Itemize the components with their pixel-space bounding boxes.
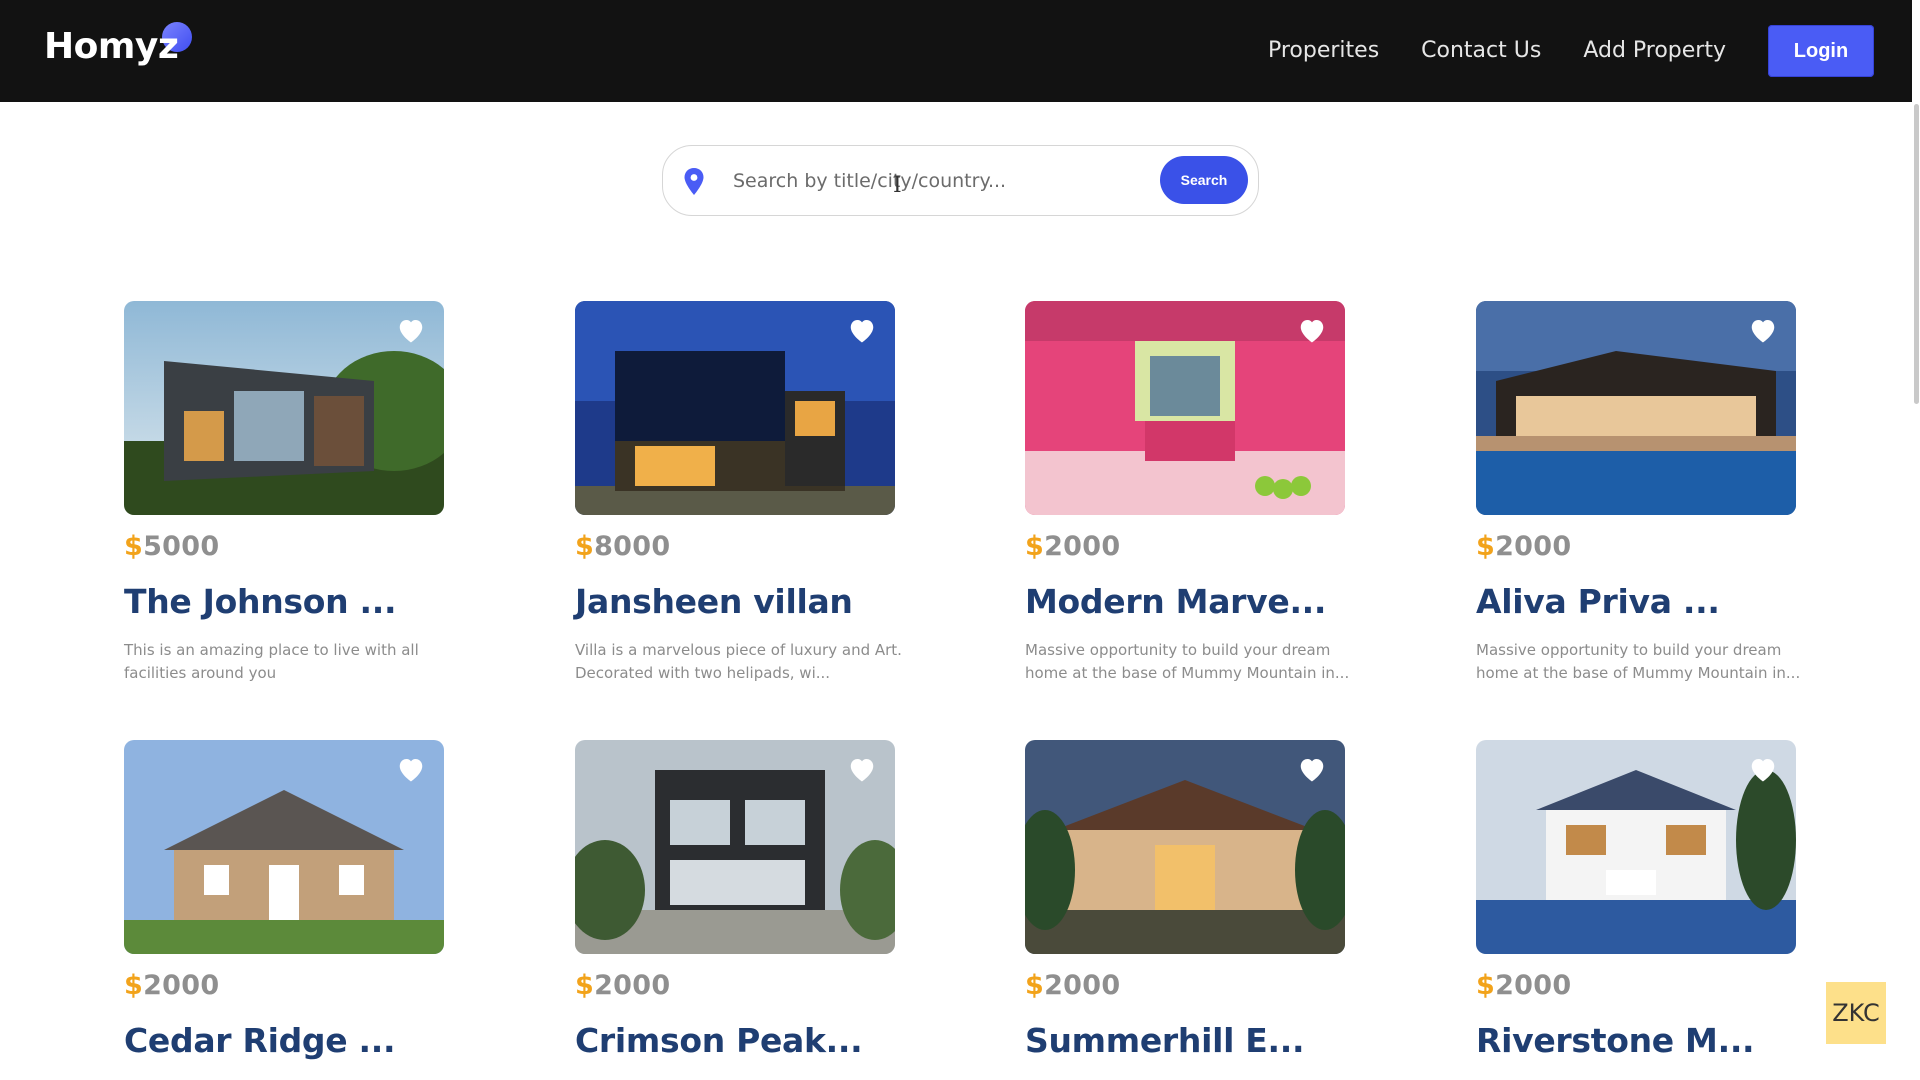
heart-icon[interactable] bbox=[396, 755, 426, 783]
currency-symbol: $ bbox=[124, 970, 144, 1001]
scrollbar[interactable] bbox=[1912, 0, 1920, 1080]
property-title[interactable]: Jansheen villan bbox=[575, 582, 905, 621]
search-button[interactable]: Search bbox=[1160, 156, 1248, 204]
property-card[interactable]: $2000 Cedar Ridge ... bbox=[124, 740, 454, 1060]
price-value: 2000 bbox=[143, 970, 220, 1001]
property-price: $2000 bbox=[124, 970, 454, 1001]
logo-text: Homyz bbox=[44, 26, 179, 67]
property-price: $8000 bbox=[575, 531, 905, 562]
property-image[interactable] bbox=[1025, 740, 1345, 954]
location-pin-icon bbox=[684, 168, 704, 195]
login-button[interactable]: Login bbox=[1768, 25, 1874, 77]
site-header: Homyz Properites Contact Us Add Property… bbox=[0, 0, 1920, 102]
heart-icon[interactable] bbox=[1297, 316, 1327, 344]
heart-icon[interactable] bbox=[1297, 755, 1327, 783]
property-image[interactable] bbox=[575, 740, 895, 954]
property-title[interactable]: Summerhill E... bbox=[1025, 1021, 1355, 1060]
property-card[interactable]: $2000 Aliva Priva ... Massive opportunit… bbox=[1476, 301, 1806, 685]
currency-symbol: $ bbox=[1025, 970, 1045, 1001]
property-card[interactable]: $2000 Modern Marve... Massive opportunit… bbox=[1025, 301, 1355, 685]
price-value: 2000 bbox=[594, 970, 671, 1001]
currency-symbol: $ bbox=[575, 531, 595, 562]
nav-contact-us[interactable]: Contact Us bbox=[1421, 25, 1541, 77]
search-bar: Search bbox=[662, 145, 1259, 216]
price-value: 2000 bbox=[1495, 970, 1572, 1001]
heart-icon[interactable] bbox=[847, 316, 877, 344]
main-nav: Properites Contact Us Add Property Login bbox=[1268, 25, 1874, 77]
heart-icon[interactable] bbox=[396, 316, 426, 344]
property-card[interactable]: $2000 Riverstone M... bbox=[1476, 740, 1806, 1060]
property-description: Massive opportunity to build your dream … bbox=[1025, 641, 1350, 682]
property-description: Massive opportunity to build your dream … bbox=[1476, 641, 1801, 682]
nav-properties[interactable]: Properites bbox=[1268, 25, 1379, 77]
logo[interactable]: Homyz bbox=[44, 22, 192, 82]
currency-symbol: $ bbox=[1476, 970, 1496, 1001]
price-value: 2000 bbox=[1044, 970, 1121, 1001]
property-description: This is an amazing place to live with al… bbox=[124, 641, 419, 682]
property-price: $2000 bbox=[575, 970, 905, 1001]
text-cursor-icon: I bbox=[893, 173, 902, 198]
price-value: 8000 bbox=[594, 531, 671, 562]
currency-symbol: $ bbox=[1476, 531, 1496, 562]
search-input[interactable] bbox=[733, 164, 1133, 198]
property-price: $2000 bbox=[1025, 970, 1355, 1001]
property-image[interactable] bbox=[575, 301, 895, 515]
property-description: Villa is a marvelous piece of luxury and… bbox=[575, 641, 902, 682]
currency-symbol: $ bbox=[1025, 531, 1045, 562]
property-image[interactable] bbox=[124, 301, 444, 515]
property-image[interactable] bbox=[1025, 301, 1345, 515]
property-card[interactable]: $8000 Jansheen villan Villa is a marvelo… bbox=[575, 301, 905, 685]
property-price: $2000 bbox=[1476, 970, 1806, 1001]
property-image[interactable] bbox=[1476, 301, 1796, 515]
price-value: 2000 bbox=[1495, 531, 1572, 562]
property-card[interactable]: $2000 Crimson Peak... bbox=[575, 740, 905, 1060]
heart-icon[interactable] bbox=[1748, 755, 1778, 783]
watermark-badge: ZKC bbox=[1826, 982, 1886, 1044]
property-title[interactable]: Cedar Ridge ... bbox=[124, 1021, 454, 1060]
property-image[interactable] bbox=[124, 740, 444, 954]
property-price: $2000 bbox=[1025, 531, 1355, 562]
scrollbar-thumb[interactable] bbox=[1914, 104, 1919, 404]
nav-add-property[interactable]: Add Property bbox=[1583, 25, 1726, 77]
heart-icon[interactable] bbox=[1748, 316, 1778, 344]
property-title[interactable]: The Johnson ... bbox=[124, 582, 454, 621]
property-card[interactable]: $2000 Summerhill E... bbox=[1025, 740, 1355, 1060]
property-title[interactable]: Aliva Priva ... bbox=[1476, 582, 1806, 621]
property-card[interactable]: $5000 The Johnson ... This is an amazing… bbox=[124, 301, 454, 685]
property-price: $5000 bbox=[124, 531, 454, 562]
property-title[interactable]: Modern Marve... bbox=[1025, 582, 1355, 621]
property-price: $2000 bbox=[1476, 531, 1806, 562]
property-image[interactable] bbox=[1476, 740, 1796, 954]
property-title[interactable]: Riverstone M... bbox=[1476, 1021, 1806, 1060]
property-title[interactable]: Crimson Peak... bbox=[575, 1021, 905, 1060]
price-value: 5000 bbox=[143, 531, 220, 562]
currency-symbol: $ bbox=[124, 531, 144, 562]
currency-symbol: $ bbox=[575, 970, 595, 1001]
price-value: 2000 bbox=[1044, 531, 1121, 562]
heart-icon[interactable] bbox=[847, 755, 877, 783]
